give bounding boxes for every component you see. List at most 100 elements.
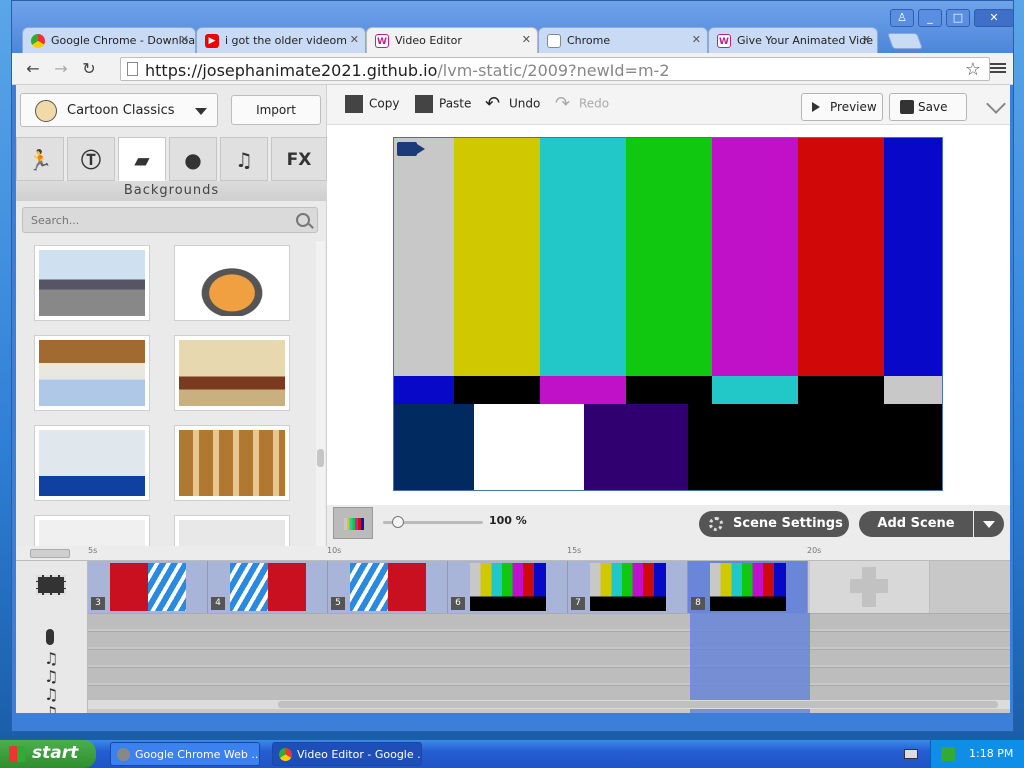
tab-chrome-download[interactable]: Google Chrome - Downloa ✕ bbox=[22, 27, 196, 53]
chevron-down-icon[interactable] bbox=[986, 94, 1006, 114]
scene-thumbnail[interactable]: 4 bbox=[208, 561, 328, 613]
save-icon bbox=[900, 100, 914, 114]
redo-button[interactable]: ↷ Redo bbox=[555, 95, 609, 113]
stage-area bbox=[327, 125, 1010, 505]
scene-number: 5 bbox=[331, 597, 345, 610]
taskbar-item-video-editor[interactable]: Video Editor - Google ... bbox=[272, 742, 422, 766]
background-thumbnail[interactable] bbox=[174, 335, 290, 411]
start-button[interactable]: start bbox=[0, 740, 96, 768]
chrome-menu-icon[interactable] bbox=[990, 61, 1006, 77]
tab-chrome[interactable]: Chrome ✕ bbox=[538, 27, 708, 53]
audio-track[interactable] bbox=[88, 685, 1010, 701]
backgrounds-tab-icon[interactable]: ▰ bbox=[118, 137, 166, 181]
close-window-button[interactable]: ✕ bbox=[974, 9, 1014, 27]
scene-settings-button[interactable]: Scene Settings bbox=[699, 511, 849, 537]
taskbar-item-chrome-web[interactable]: Google Chrome Web ... bbox=[110, 742, 260, 766]
bottom-bar-white bbox=[474, 404, 584, 490]
preview-button[interactable]: Preview bbox=[801, 93, 883, 121]
tab-youtube[interactable]: ▶ i got the older videom ✕ bbox=[196, 27, 366, 53]
background-thumbnail[interactable] bbox=[174, 515, 290, 546]
user-icon[interactable]: ♙ bbox=[890, 9, 914, 27]
camera-icon[interactable] bbox=[397, 142, 417, 156]
maximize-button[interactable]: □ bbox=[946, 9, 970, 27]
save-button[interactable]: Save bbox=[889, 93, 967, 121]
bookmark-star-icon[interactable]: ☆ bbox=[965, 59, 981, 80]
start-label: start bbox=[32, 743, 79, 763]
undo-label: Undo bbox=[509, 96, 541, 111]
search-input[interactable] bbox=[22, 207, 318, 233]
minimize-button[interactable]: _ bbox=[918, 9, 942, 27]
network-icon[interactable] bbox=[941, 747, 955, 761]
background-toggle-icon[interactable] bbox=[333, 507, 373, 539]
new-tab-button[interactable] bbox=[887, 33, 923, 49]
add-scene-button[interactable]: Add Scene bbox=[859, 511, 973, 537]
zoom-slider[interactable] bbox=[383, 516, 483, 528]
audio-track[interactable] bbox=[88, 667, 1010, 683]
scrollbar-thumb[interactable] bbox=[317, 449, 324, 467]
scene-thumbnail[interactable]: 5 bbox=[328, 561, 448, 613]
tab-label: Video Editor bbox=[395, 34, 462, 47]
close-icon[interactable]: ✕ bbox=[522, 33, 531, 46]
background-thumbnail[interactable] bbox=[34, 515, 150, 546]
background-thumbnail[interactable] bbox=[34, 245, 150, 321]
props-tab-icon[interactable]: ● bbox=[169, 137, 217, 181]
audio-track[interactable] bbox=[88, 631, 1010, 647]
theme-dropdown[interactable]: Cartoon Classics bbox=[20, 93, 218, 127]
page-info-icon[interactable] bbox=[127, 62, 138, 76]
tab-video-editor[interactable]: W Video Editor ✕ bbox=[366, 27, 538, 53]
back-icon[interactable]: ← bbox=[24, 60, 42, 78]
keyboard-icon[interactable] bbox=[904, 749, 918, 759]
fx-tab[interactable]: FX bbox=[271, 137, 327, 181]
close-icon[interactable]: ✕ bbox=[862, 33, 871, 46]
background-thumbnail[interactable] bbox=[174, 425, 290, 501]
vyond-icon: W bbox=[717, 34, 731, 48]
characters-tab-icon[interactable]: 🏃 bbox=[16, 137, 64, 181]
scene-thumbnail[interactable]: 3 bbox=[88, 561, 208, 613]
undo-button[interactable]: ↶ Undo bbox=[485, 95, 540, 113]
music-tab-icon[interactable]: ♫ bbox=[220, 137, 268, 181]
forward-icon[interactable]: → bbox=[52, 60, 70, 78]
add-scene-placeholder[interactable] bbox=[810, 561, 930, 613]
gear-icon bbox=[709, 517, 723, 531]
search-icon[interactable] bbox=[296, 213, 310, 227]
add-scene-dropdown-icon[interactable] bbox=[974, 511, 1004, 537]
audio-track[interactable] bbox=[88, 649, 1010, 665]
chrome-icon bbox=[31, 34, 45, 48]
rewind-icon[interactable] bbox=[30, 549, 70, 558]
zoom-slider-handle[interactable] bbox=[391, 516, 404, 528]
taskbar: start Google Chrome Web ... Video Editor… bbox=[0, 740, 1024, 768]
scene-thumbnail-selected[interactable]: 8 bbox=[688, 561, 808, 613]
video-editor-app: Cartoon Classics Import 🏃 Ⓣ ▰ ● ♫ FX Bac… bbox=[16, 85, 1010, 713]
voice-track[interactable] bbox=[88, 613, 1010, 629]
address-bar[interactable]: https://josephanimate2021.github.io/lvm-… bbox=[120, 57, 990, 81]
tab-give-animated[interactable]: W Give Your Animated Vide ✕ bbox=[708, 27, 878, 53]
timeline-tracks: 3 4 5 6 7 8 bbox=[88, 561, 1010, 713]
task-label: Google Chrome Web ... bbox=[135, 748, 260, 761]
close-icon[interactable]: ✕ bbox=[180, 33, 189, 46]
stage-canvas[interactable] bbox=[393, 137, 943, 491]
bottom-bar-black bbox=[688, 404, 942, 490]
reload-icon[interactable]: ↻ bbox=[80, 60, 98, 78]
music-note-icon: ♫ bbox=[44, 705, 60, 713]
save-label: Save bbox=[918, 100, 948, 114]
paste-label: Paste bbox=[439, 96, 472, 111]
color-bar-magenta bbox=[712, 138, 798, 376]
close-icon[interactable]: ✕ bbox=[350, 33, 359, 46]
copy-button[interactable]: Copy bbox=[345, 95, 399, 113]
scrollbar-thumb[interactable] bbox=[278, 701, 998, 708]
scene-thumbnail[interactable]: 6 bbox=[448, 561, 568, 613]
asset-scrollbar[interactable] bbox=[316, 241, 325, 546]
background-thumbnail[interactable] bbox=[34, 425, 150, 501]
background-thumbnail[interactable] bbox=[34, 335, 150, 411]
background-thumbnail[interactable] bbox=[174, 245, 290, 321]
scene-number: 3 bbox=[91, 597, 105, 610]
close-icon[interactable]: ✕ bbox=[692, 33, 701, 46]
ruler-tick: 15s bbox=[567, 546, 582, 555]
windows-logo-icon bbox=[9, 746, 25, 762]
paste-button[interactable]: Paste bbox=[415, 95, 471, 113]
text-tab-icon[interactable]: Ⓣ bbox=[67, 137, 115, 181]
import-button[interactable]: Import bbox=[231, 95, 321, 125]
color-bar-blue bbox=[884, 138, 942, 376]
scene-thumbnail[interactable]: 7 bbox=[568, 561, 688, 613]
timeline-scrollbar[interactable] bbox=[88, 700, 1010, 709]
